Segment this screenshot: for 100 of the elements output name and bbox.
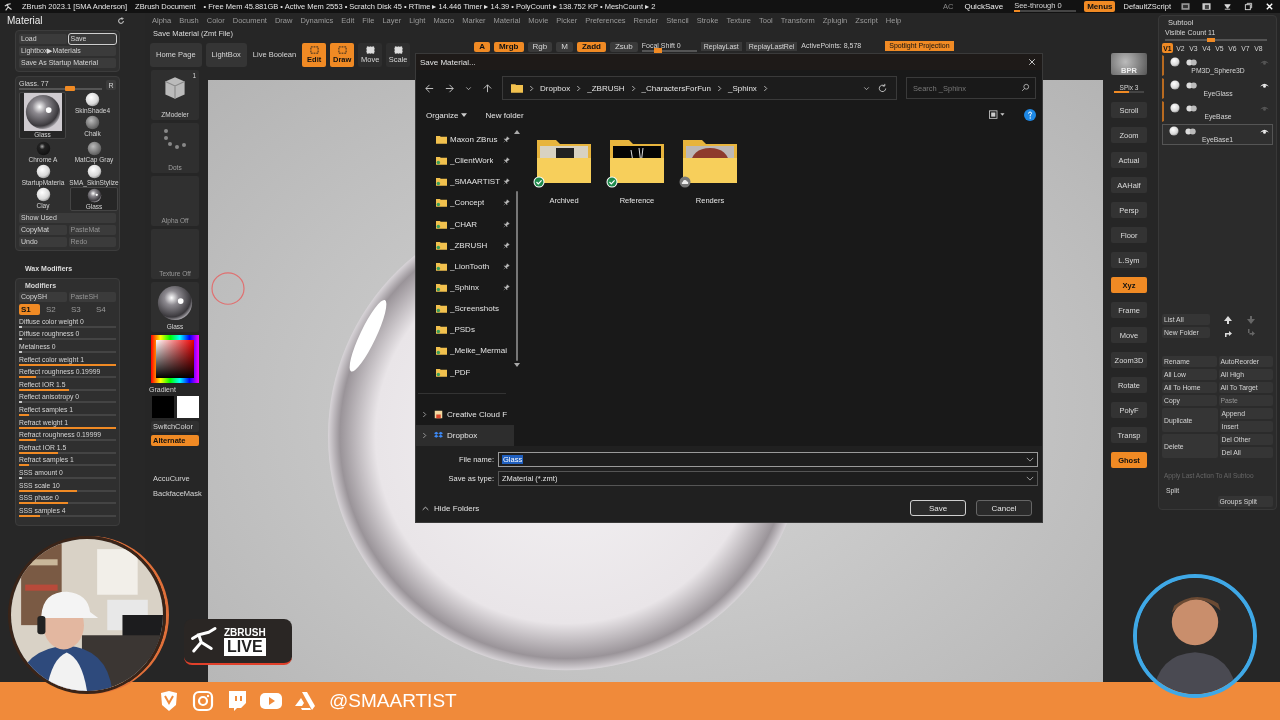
pin-icon[interactable] — [503, 199, 511, 207]
restore-icon[interactable] — [1242, 2, 1255, 11]
eye-icon[interactable] — [1259, 127, 1270, 135]
pin-icon[interactable] — [503, 241, 511, 249]
social-handle: @SMAARTIST — [329, 690, 457, 712]
cancel-button[interactable]: Cancel — [976, 500, 1032, 516]
chevron-right-icon[interactable] — [422, 410, 427, 418]
brush-mode-button[interactable]: Mrgb — [493, 42, 524, 52]
breadcrumb[interactable]: _CharactersForFun — [641, 83, 711, 93]
sphere-icon — [86, 188, 102, 203]
brush-mode-button[interactable]: Zadd — [576, 42, 606, 52]
nav-folder-item[interactable]: _LionTooth — [416, 255, 515, 277]
brush-mode-button[interactable]: Zsub — [610, 42, 638, 52]
nav-folder-item[interactable]: _CHAR — [416, 213, 515, 235]
nav-folder-item[interactable]: _Sphinx — [416, 277, 515, 299]
folder-icon — [436, 325, 447, 335]
slider-thumb[interactable] — [19, 338, 22, 341]
toggle-icon[interactable] — [1186, 104, 1198, 112]
nav-folder-item[interactable]: _ClientWork — [416, 150, 515, 172]
slider-thumb[interactable] — [19, 476, 22, 479]
pin-icon[interactable] — [503, 220, 511, 228]
badge-label: LIVE — [224, 637, 266, 656]
save-button[interactable]: Save — [910, 500, 966, 516]
minimize-icon[interactable] — [1221, 2, 1234, 11]
sphere-icon — [85, 92, 100, 107]
pin-icon[interactable] — [503, 178, 511, 186]
nav-location-item[interactable]: Creative Cloud F — [416, 403, 515, 425]
scroll-up-icon[interactable] — [514, 130, 521, 134]
organize-menu[interactable]: Organize — [426, 110, 468, 120]
view-icon[interactable] — [988, 110, 1006, 120]
slider-thumb[interactable] — [19, 401, 22, 404]
address-bar[interactable]: Dropbox _ZBRUSH _CharactersForFun _Sphinx — [502, 76, 897, 100]
nav-location-item[interactable]: Dropbox — [416, 424, 515, 446]
quicksave-button[interactable]: QuickSave — [961, 1, 1007, 12]
eye-icon[interactable] — [1259, 81, 1270, 89]
scroll-down-icon[interactable] — [514, 363, 521, 367]
hide-folders-button[interactable]: Hide Folders — [422, 503, 480, 513]
chevron-down-icon[interactable] — [1026, 476, 1034, 481]
pin-icon[interactable] — [503, 157, 511, 165]
shader-slot[interactable]: S2 — [44, 304, 65, 316]
toggle-icon[interactable] — [1186, 58, 1198, 66]
nav-folder-item[interactable]: _Screenshots — [416, 298, 515, 320]
close-icon[interactable] — [1028, 58, 1036, 66]
dashed-square-icon — [364, 45, 376, 55]
slider-thumb[interactable] — [1206, 38, 1215, 42]
pin-icon[interactable] — [503, 262, 511, 270]
nav-folder-item[interactable]: _SMAARTIST — [416, 171, 515, 193]
new-folder-button[interactable]: New folder — [485, 110, 524, 120]
slider-thumb[interactable] — [654, 48, 663, 53]
shader-slot[interactable]: S1 — [19, 304, 40, 316]
folder-icon — [436, 177, 447, 187]
up-arrow-icon[interactable] — [482, 82, 493, 94]
folder-icon — [536, 138, 592, 184]
color-swatch[interactable] — [151, 396, 174, 418]
caret-icon — [461, 113, 468, 117]
layout-icon[interactable] — [1200, 2, 1213, 11]
breadcrumb[interactable]: _Sphinx — [727, 83, 757, 93]
down-arrow-icon[interactable] — [1246, 314, 1256, 325]
folder-icon — [436, 240, 447, 250]
color-swatch[interactable] — [176, 396, 199, 418]
breadcrumb[interactable]: _ZBRUSH — [587, 83, 625, 93]
color-picker[interactable] — [151, 335, 199, 383]
pin-icon[interactable] — [503, 284, 511, 292]
brush-mode-button[interactable]: Rgb — [527, 42, 553, 52]
folder-icon — [436, 346, 447, 356]
folder-icon — [511, 83, 523, 93]
folder-icon — [436, 367, 447, 377]
nav-folder-item[interactable]: _Meike_Mermai — [416, 340, 515, 362]
dropbox-icon — [433, 430, 444, 440]
toggle-icon[interactable] — [1186, 81, 1198, 89]
breadcrumb[interactable]: Dropbox — [540, 83, 571, 93]
chevron-down-icon[interactable] — [1026, 457, 1034, 462]
nav-folder-item[interactable]: _Concept — [416, 192, 515, 214]
nav-folder-item[interactable]: _PSDs — [416, 319, 515, 341]
shader-slot[interactable]: S3 — [69, 304, 90, 316]
toggle-icon[interactable] — [1185, 127, 1197, 135]
pin-icon[interactable] — [503, 136, 511, 144]
nav-folder-item[interactable]: Maxon ZBrus — [416, 129, 515, 151]
sphere-icon — [1170, 57, 1180, 67]
slider-thumb[interactable] — [19, 350, 22, 353]
chevron-right-icon — [716, 84, 722, 92]
nav-folder-item[interactable]: _ZBRUSH — [416, 234, 515, 256]
forward-arrow-icon[interactable] — [444, 82, 455, 94]
slider-thumb[interactable] — [65, 86, 76, 91]
folder-icon — [436, 283, 447, 293]
brush-mode-button[interactable]: M — [556, 42, 573, 52]
chevron-right-icon — [630, 84, 636, 92]
slider-thumb[interactable] — [19, 325, 22, 328]
menus-toggle[interactable]: Menus — [1084, 1, 1116, 12]
nav-folder-item[interactable]: _PDF — [416, 361, 515, 383]
up-arrow-icon[interactable] — [1223, 314, 1233, 325]
layout-icon[interactable] — [1179, 2, 1192, 11]
back-arrow-icon[interactable] — [424, 82, 435, 94]
chevron-right-icon[interactable] — [422, 431, 427, 439]
shader-slot[interactable]: S4 — [94, 304, 115, 316]
refresh-icon[interactable] — [117, 16, 125, 25]
refresh-icon[interactable] — [877, 82, 888, 94]
brush-mode-button[interactable]: A — [474, 42, 490, 52]
help-icon[interactable] — [1024, 109, 1036, 121]
chevron-right-icon — [576, 84, 582, 92]
